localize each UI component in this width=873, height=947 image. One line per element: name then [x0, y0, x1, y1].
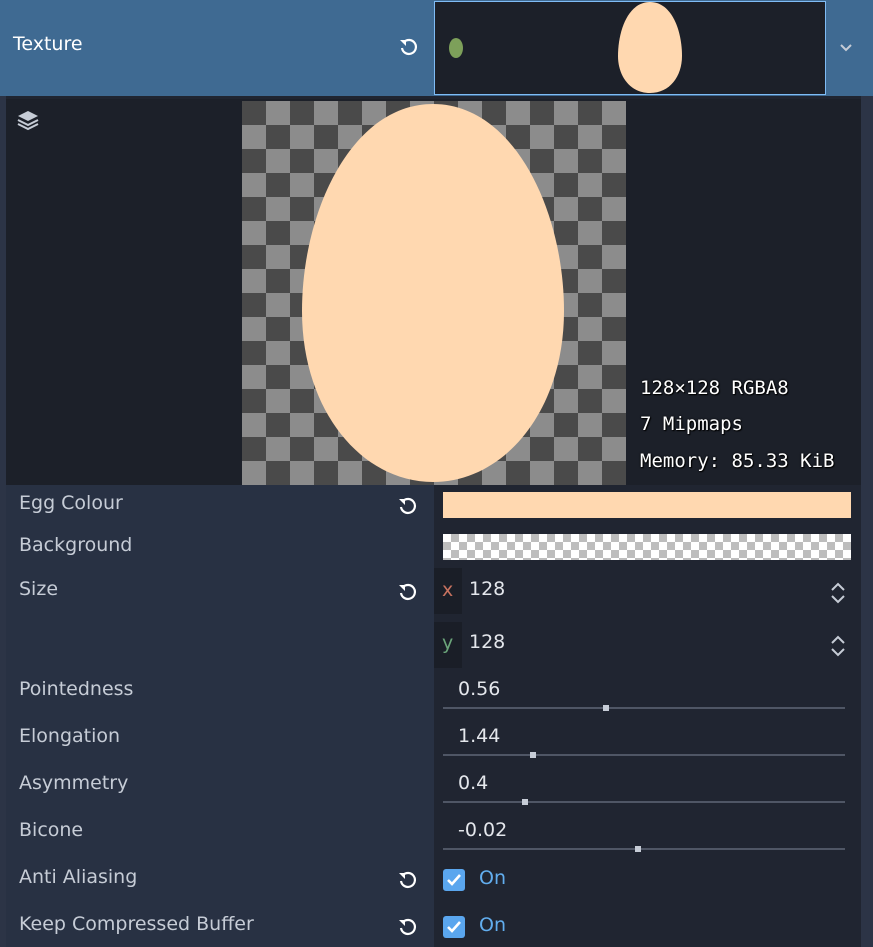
texture-dimensions-info: 128×128 RGBA8 [640, 377, 789, 399]
egg-colour-label: Egg Colour [19, 492, 123, 514]
inspector-scroll-gutter [861, 0, 873, 947]
y-axis-letter: y [442, 632, 454, 654]
slider-grabber[interactable] [530, 752, 537, 758]
elongation-input[interactable]: 1.44 [458, 725, 500, 747]
pointedness-input[interactable]: 0.56 [458, 678, 500, 700]
anti-aliasing-state[interactable]: On [479, 867, 506, 889]
texture-preview-image [242, 101, 626, 485]
size-y-axis-label: y [434, 622, 462, 668]
slider-grabber[interactable] [634, 846, 641, 852]
bicone-input[interactable]: -0.02 [458, 819, 507, 841]
pointedness-slider[interactable] [443, 705, 845, 711]
anti-aliasing-label: Anti Aliasing [19, 866, 138, 888]
slider-grabber[interactable] [602, 705, 609, 711]
keep-compressed-buffer-checkbox[interactable] [443, 916, 465, 938]
layers-icon[interactable] [16, 108, 40, 132]
revert-icon[interactable] [397, 581, 419, 603]
x-axis-letter: x [442, 579, 454, 601]
elongation-slider[interactable] [443, 752, 845, 758]
revert-icon[interactable] [397, 916, 419, 938]
spinner-arrows-icon[interactable] [828, 633, 848, 659]
revert-icon[interactable] [398, 36, 420, 58]
chevron-down-icon[interactable] [832, 34, 860, 62]
checkmark-icon [447, 921, 461, 933]
asymmetry-label: Asymmetry [19, 772, 129, 794]
texture-label: Texture [13, 33, 83, 55]
checkmark-icon [447, 874, 461, 886]
keep-compressed-buffer-label: Keep Compressed Buffer [19, 913, 254, 935]
egg-colour-picker-button[interactable] [443, 492, 851, 518]
size-x-axis-label: x [434, 568, 462, 614]
texture-thumb-dot [449, 37, 463, 63]
bicone-label: Bicone [19, 819, 84, 841]
revert-icon[interactable] [397, 495, 419, 517]
elongation-label: Elongation [19, 725, 121, 747]
texture-mipmaps-info: 7 Mipmaps [640, 413, 743, 435]
pointedness-label: Pointedness [19, 678, 134, 700]
size-y-input[interactable]: 128 [469, 631, 505, 653]
asymmetry-input[interactable]: 0.4 [458, 772, 488, 794]
revert-icon[interactable] [397, 869, 419, 891]
size-x-input[interactable]: 128 [469, 578, 505, 600]
texture-thumbnail [616, 1, 684, 97]
background-colour-picker-button[interactable] [443, 534, 851, 560]
anti-aliasing-checkbox[interactable] [443, 869, 465, 891]
spinner-arrows-icon[interactable] [828, 580, 848, 606]
texture-memory-info: Memory: 85.33 KiB [640, 450, 835, 472]
size-label: Size [19, 578, 59, 600]
keep-compressed-buffer-state[interactable]: On [479, 914, 506, 936]
bicone-slider[interactable] [443, 846, 845, 852]
background-label: Background [19, 534, 133, 556]
asymmetry-slider[interactable] [443, 799, 845, 805]
slider-grabber[interactable] [522, 799, 529, 805]
